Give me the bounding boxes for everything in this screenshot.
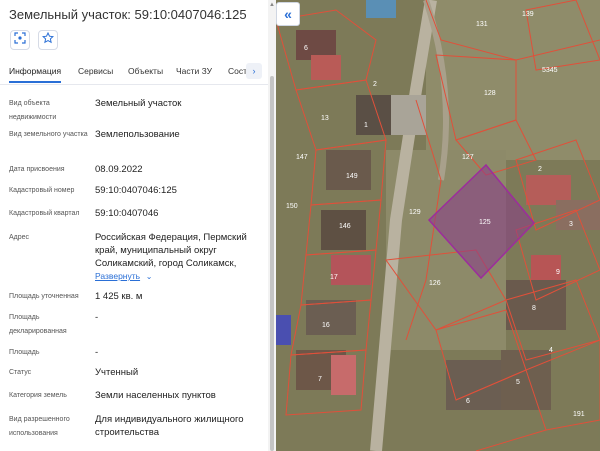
- tab-info[interactable]: Информация: [9, 66, 61, 76]
- field-value: Для индивидуального жилищного строительс…: [95, 414, 244, 438]
- parcel-label: 1: [364, 122, 368, 129]
- parcel-label: 127: [462, 154, 474, 161]
- collapse-panel-button[interactable]: «: [276, 2, 300, 26]
- parcel-label: 149: [346, 173, 358, 180]
- tab-objects[interactable]: Объекты: [128, 66, 163, 76]
- parcel-label: 146: [339, 223, 351, 230]
- field-label: Кадастровый номер: [9, 187, 75, 194]
- field-value: Земли населенных пунктов: [95, 390, 216, 401]
- field-label: Вид земельного участка: [9, 131, 88, 138]
- field-label: Площадь: [9, 349, 40, 356]
- parcel-label: 147: [296, 154, 308, 161]
- field-value: 08.09.2022: [95, 164, 143, 175]
- tab-parts[interactable]: Части ЗУ: [176, 66, 212, 76]
- tab-services[interactable]: Сервисы: [78, 66, 113, 76]
- parcel-label: 13: [321, 115, 329, 122]
- field-label: Категория земель: [9, 392, 67, 399]
- field-value: 59:10:0407046: [95, 208, 159, 219]
- double-chevron-left-icon: «: [284, 6, 292, 22]
- map-view[interactable]: 131 139 6 5345 2 128 13 1 127 147 149 2 …: [276, 0, 600, 451]
- field-value: Землепользование: [95, 129, 180, 140]
- parcel-label: 128: [484, 90, 496, 97]
- parcel-label: 2: [373, 81, 377, 88]
- tab-bar: Информация Сервисы Объекты Части ЗУ Сост…: [0, 60, 268, 85]
- field-label: Адрес: [9, 234, 30, 241]
- parcel-label: 9: [556, 269, 560, 276]
- locate-icon: [14, 31, 26, 49]
- parcel-label: 7: [318, 376, 322, 383]
- parcel-label: 17: [330, 274, 338, 281]
- field-value: -: [95, 347, 99, 358]
- field-label: Вид объекта недвижимости: [9, 100, 57, 121]
- field-label: Вид разрешенного использования: [9, 416, 70, 437]
- parcel-label: 129: [409, 209, 421, 216]
- satellite-map: 131 139 6 5345 2 128 13 1 127 147 149 2 …: [276, 0, 600, 451]
- field-value: -: [95, 312, 99, 323]
- field-value: Земельный участок: [95, 98, 182, 109]
- star-icon: [41, 31, 55, 49]
- parcel-label: 139: [522, 11, 534, 18]
- field-label: Дата присвоения: [9, 166, 65, 173]
- parcel-label: 2: [538, 166, 542, 173]
- parcel-label: 6: [304, 45, 308, 52]
- field-value: 1 425 кв. м: [95, 291, 143, 302]
- parcel-label: 5: [516, 379, 520, 386]
- field-value: 59:10:0407046:125: [95, 185, 177, 196]
- info-panel: Земельный участок: 59:10:0407046:125 Инф…: [0, 0, 268, 451]
- parcel-label: 131: [476, 21, 488, 28]
- locate-on-map-button[interactable]: [10, 30, 30, 50]
- page-title: Земельный участок: 59:10:0407046:125: [9, 7, 247, 22]
- field-value: Российская Федерация, Пермский край, мун…: [95, 232, 247, 269]
- parcel-label: 150: [286, 203, 298, 210]
- parcel-label: 5345: [542, 67, 558, 74]
- favorite-button[interactable]: [38, 30, 58, 50]
- expand-address-link[interactable]: Развернуть ⌄: [95, 270, 260, 283]
- parcel-label: 126: [429, 280, 441, 287]
- field-label: Площадь уточненная: [9, 293, 79, 300]
- field-label: Статус: [9, 369, 32, 376]
- active-tab-indicator: [9, 81, 61, 83]
- expand-link-label: Развернуть: [95, 271, 141, 281]
- field-label: Кадастровый квартал: [9, 210, 80, 217]
- chevron-right-icon: ›: [252, 66, 256, 76]
- parcel-label: 191: [573, 411, 585, 418]
- parcel-label: 16: [322, 322, 330, 329]
- parcel-label: 4: [549, 347, 553, 354]
- parcel-label: 125: [479, 219, 491, 226]
- chevron-down-icon: ⌄: [145, 272, 153, 281]
- field-value: Учтенный: [95, 367, 139, 378]
- tabs-scroll-right-button[interactable]: ›: [246, 63, 262, 79]
- parcel-label: 3: [569, 221, 573, 228]
- field-label: Площадь декларированная: [9, 314, 67, 335]
- scroll-up-arrow-icon[interactable]: ▲: [269, 2, 275, 8]
- panel-scroll-thumb[interactable]: [270, 76, 274, 451]
- parcel-label: 6: [466, 398, 470, 405]
- parcel-label: 8: [532, 305, 536, 312]
